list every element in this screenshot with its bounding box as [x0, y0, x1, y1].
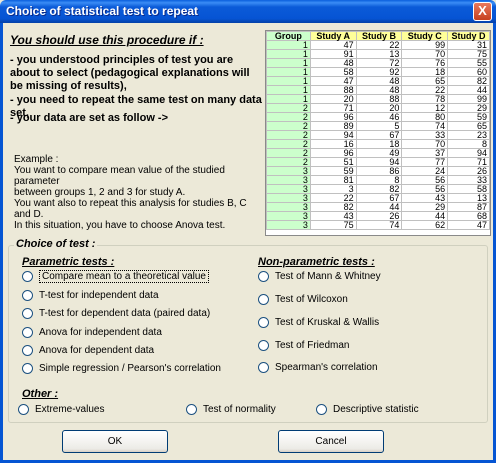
radio-test-of-normality[interactable]: Test of normality	[186, 404, 276, 415]
parametric-title: Parametric tests :	[22, 256, 115, 268]
radio-ttest-dependent[interactable]: T-test for dependent data (paired data)	[22, 308, 210, 319]
title-bar: Choice of statistical test to repeat X	[0, 0, 496, 23]
table-row: 3 22 67 43 13	[266, 193, 490, 203]
radio-circle[interactable]	[258, 294, 269, 305]
grid-cell: 47	[447, 220, 490, 230]
grid-cell: 74	[355, 220, 403, 230]
example-line: between groups 1, 2 and 3 for study A.	[14, 187, 186, 198]
radio-circle[interactable]	[258, 271, 269, 282]
grid-cell: 3	[266, 220, 311, 230]
nonparametric-title: Non-parametric tests :	[258, 256, 375, 268]
table-row: 1 47 48 65 82	[266, 76, 490, 86]
table-row: 1 48 72 76 55	[266, 58, 490, 68]
ok-button[interactable]: OK	[62, 430, 168, 453]
example-line: You want to compare mean value of the st…	[14, 165, 225, 187]
radio-spearman[interactable]: Spearman's correlation	[258, 362, 378, 373]
radio-descriptive-statistic[interactable]: Descriptive statistic	[316, 404, 419, 415]
radio-label: Anova for independent data	[39, 327, 162, 338]
radio-circle[interactable]	[18, 404, 29, 415]
table-row: 3 81 8 56 33	[266, 175, 490, 185]
table-row: 2 96 46 80 59	[266, 112, 490, 122]
radio-label: Descriptive statistic	[333, 404, 419, 415]
table-row: 1 20 88 78 99	[266, 94, 490, 104]
cancel-button[interactable]: Cancel	[278, 430, 384, 453]
table-row: 1 58 92 18 60	[266, 67, 490, 77]
choice-of-test-legend: Choice of test :	[14, 238, 98, 250]
table-row: 2 71 20 12 29	[266, 103, 490, 113]
window-title: Choice of statistical test to repeat	[6, 4, 199, 18]
radio-label: Spearman's correlation	[275, 362, 378, 373]
grid-cell: 75	[309, 220, 357, 230]
radio-compare-mean-theoretical[interactable]: Compare mean to a theoretical value	[22, 270, 209, 283]
radio-simple-regression[interactable]: Simple regression / Pearson's correlatio…	[22, 363, 221, 374]
table-row: 2 96 49 37 94	[266, 148, 490, 158]
radio-label: Test of Kruskal & Wallis	[275, 317, 380, 328]
example-text: Example : You want to compare mean value…	[14, 154, 260, 231]
radio-label: Test of Mann & Whitney	[275, 271, 381, 282]
table-row: 1 47 22 99 31	[266, 40, 490, 50]
grid-cell: 62	[401, 220, 449, 230]
table-row: 2 51 94 77 71	[266, 157, 490, 167]
radio-circle[interactable]	[22, 271, 33, 282]
table-row: 3 3 82 56 58	[266, 184, 490, 194]
radio-circle[interactable]	[22, 308, 33, 319]
intro-bullet-1: - you understood principles of test you …	[10, 54, 250, 92]
table-row: 3 82 44 29 87	[266, 202, 490, 212]
radio-circle[interactable]	[258, 362, 269, 373]
example-data-table: Group Study A Study B Study C Study D 1 47 22 9…	[266, 31, 490, 230]
radio-circle[interactable]	[186, 404, 197, 415]
table-row: 3 43 26 44 68	[266, 211, 490, 221]
radio-anova-independent[interactable]: Anova for independent data	[22, 327, 162, 338]
radio-circle[interactable]	[22, 345, 33, 356]
data-layout-grid[interactable]: Group Study A Study B Study C Study D 1 47 22 9…	[265, 30, 491, 236]
radio-friedman[interactable]: Test of Friedman	[258, 340, 349, 351]
example-line: Example :	[14, 154, 59, 165]
radio-label: Test of Friedman	[275, 340, 350, 351]
radio-kruskal-wallis[interactable]: Test of Kruskal & Wallis	[258, 317, 379, 328]
radio-circle[interactable]	[316, 404, 327, 415]
table-row: 1 88 48 22 44	[266, 85, 490, 95]
table-row: 3 75 74 62 47	[266, 220, 490, 230]
radio-label: T-test for dependent data (paired data)	[39, 308, 211, 319]
radio-anova-dependent[interactable]: Anova for dependent data	[22, 345, 154, 356]
radio-label: T-test for independent data	[39, 290, 159, 301]
table-row: 2 94 67 33 23	[266, 130, 490, 140]
radio-circle[interactable]	[258, 317, 269, 328]
table-row: 3 59 86 24 26	[266, 166, 490, 176]
radio-label: Extreme-values	[35, 404, 105, 415]
radio-extreme-values[interactable]: Extreme-values	[18, 404, 104, 415]
radio-mann-whitney[interactable]: Test of Mann & Whitney	[258, 271, 381, 282]
radio-label: Compare mean to a theoretical value	[39, 270, 209, 283]
intro-heading: You should use this procedure if :	[10, 33, 204, 47]
radio-label: Simple regression / Pearson's correlatio…	[39, 363, 221, 374]
radio-circle[interactable]	[22, 363, 33, 374]
intro-bullet-3: - your data are set as follow ->	[10, 112, 169, 124]
table-row: 1 91 13 70 75	[266, 49, 490, 59]
radio-circle[interactable]	[22, 327, 33, 338]
example-line: In this situation, you have to choose An…	[14, 220, 226, 231]
radio-wilcoxon[interactable]: Test of Wilcoxon	[258, 294, 348, 305]
table-row: 2 16 18 70 8	[266, 139, 490, 149]
other-title: Other :	[22, 388, 59, 400]
radio-circle[interactable]	[258, 340, 269, 351]
radio-ttest-independent[interactable]: T-test for independent data	[22, 290, 159, 301]
example-line: You want also to repeat this analysis fo…	[14, 198, 247, 220]
table-row: 2 89 5 74 65	[266, 121, 490, 131]
radio-circle[interactable]	[22, 290, 33, 301]
radio-label: Test of normality	[203, 404, 276, 415]
radio-label: Test of Wilcoxon	[275, 294, 348, 305]
radio-label: Anova for dependent data	[39, 345, 155, 356]
close-icon[interactable]: X	[473, 2, 492, 21]
